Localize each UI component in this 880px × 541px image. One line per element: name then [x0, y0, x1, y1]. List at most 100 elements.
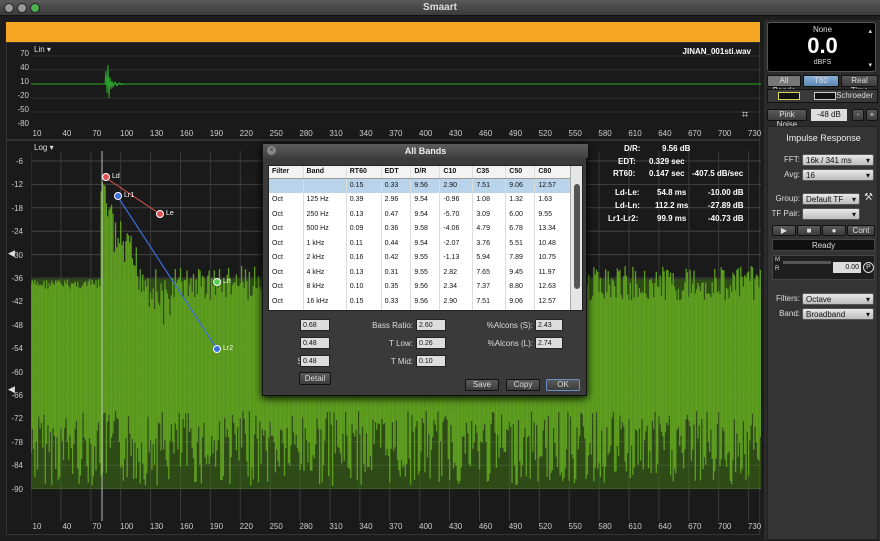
copy-button[interactable]: Copy — [506, 379, 540, 391]
table-row[interactable]: Oct 250 Hz 0.13 0.47 9.54 -5.70 3.09 6.00 9.55 — [269, 207, 571, 222]
table-cell: 0.42 — [381, 250, 412, 265]
play-button[interactable]: ▶ — [772, 225, 796, 236]
table-cell: Oct — [269, 221, 304, 236]
marker-lr1[interactable] — [114, 192, 122, 200]
alcons-l-label: %Alcons (L): — [487, 339, 533, 348]
table-cell: 10.75 — [534, 250, 571, 265]
time-plot[interactable]: Lin ▾ JINAN_001sti.wav ⌗ 70 40 10 -20 -50 -80… — [6, 42, 761, 140]
tab-real-time[interactable]: Real Time — [841, 75, 878, 95]
tfpair-label: TF Pair: — [771, 209, 800, 218]
level-increase-button[interactable]: + — [866, 109, 878, 121]
marker-ln-label: Ln — [223, 278, 231, 285]
y-tick: -20 — [17, 91, 29, 100]
fft-select[interactable]: 16k / 341 ms — [802, 154, 874, 166]
filters-select[interactable]: Octave — [802, 293, 874, 305]
tmid-label: T Mid: — [390, 357, 413, 366]
x-tick: 340 — [359, 522, 373, 531]
table-cell: 7.51 — [472, 294, 507, 309]
x-tick: 10 — [32, 522, 42, 531]
x-tick: 70 — [92, 129, 102, 138]
ldln-label: Ld-Ln: — [615, 201, 640, 210]
polarity-button[interactable]: P — [863, 262, 874, 273]
table-cell: 9.56 — [410, 178, 441, 193]
table-row[interactable]: Oct 125 Hz 0.39 2.96 9.54 -0.96 1.08 1.32 1.63 — [269, 192, 571, 207]
y-tick: 40 — [20, 63, 29, 72]
split-view-button[interactable] — [814, 92, 836, 100]
table-cell: Oct — [269, 250, 304, 265]
stop-button[interactable]: ■ — [797, 225, 821, 236]
x-tick: 340 — [359, 129, 373, 138]
table-row[interactable]: Oct 16 kHz 0.15 0.33 9.56 2.90 7.51 9.06 12.57 — [269, 294, 571, 309]
crop-icon[interactable]: ⌗ — [742, 109, 756, 123]
table-header: Filter Band RT60 EDT D/R C10 C35 C50 C80 — [269, 166, 571, 179]
table-cell: 0.33 — [381, 178, 412, 193]
table-row[interactable]: Oct 1 kHz 0.11 0.44 9.54 -2.07 3.76 5.51 10.48 — [269, 236, 571, 251]
table-row[interactable]: Oct 2 kHz 0.16 0.42 9.55 -1.13 5.94 7.89 10.75 — [269, 250, 571, 265]
chevron-up-icon: ▴ — [868, 28, 872, 35]
band-select[interactable]: Broadband — [802, 308, 874, 320]
tab-t60[interactable]: T60 — [803, 75, 839, 87]
marker-ln[interactable] — [213, 278, 221, 286]
tab-all-bands[interactable]: All Bands — [767, 75, 801, 95]
filters-label: Filters: — [776, 294, 800, 303]
x-tick: 190 — [209, 129, 224, 138]
table-row[interactable]: 0.15 0.33 9.56 2.90 7.51 9.06 12.57 — [269, 178, 571, 193]
table-cell: -2.07 — [439, 236, 474, 251]
x-tick: 400 — [419, 129, 433, 138]
dialog-close-icon[interactable]: × — [267, 146, 276, 155]
alcons-s-field: 2.43 — [535, 319, 563, 331]
table-cell: Oct — [269, 236, 304, 251]
table-cell: 125 Hz — [303, 308, 347, 310]
record-button[interactable]: ● — [822, 225, 846, 236]
marker-le[interactable] — [156, 210, 164, 218]
pink-level-field[interactable]: -48 dB — [811, 109, 847, 121]
table-cell: 10.48 — [534, 236, 571, 251]
meter-m-label: M — [775, 257, 780, 263]
table-row[interactable]: 1/3125 Hz0.443.189.55-3.23-0.030.020.43 — [269, 308, 571, 310]
marker-ld[interactable] — [102, 173, 110, 181]
save-button[interactable]: Save — [465, 379, 499, 391]
table-cell: 12.57 — [534, 178, 571, 193]
overlay-view-button[interactable] — [778, 92, 800, 100]
table-row[interactable]: Oct 8 kHz 0.10 0.35 9.56 2.34 7.37 8.80 12.63 — [269, 279, 571, 294]
ok-button[interactable]: OK — [546, 379, 580, 391]
level-meter[interactable]: None 0.0 dBFS ▴ ▾ — [767, 22, 876, 72]
y-tick: -60 — [11, 367, 23, 377]
ldln-db: -27.89 dB — [708, 201, 744, 210]
tools-icon[interactable]: ⚒ — [864, 192, 873, 203]
table-cell: 9.55 — [534, 207, 571, 222]
table-row[interactable]: Oct 500 Hz 0.09 0.36 9.58 -4.06 4.79 6.78 13.34 — [269, 221, 571, 236]
scrollbar-thumb[interactable] — [574, 184, 580, 289]
level-decrease-button[interactable]: - — [852, 109, 864, 121]
x-tick: 370 — [389, 129, 403, 138]
impulse-response-panel: Impulse Response FFT: 16k / 341 ms Avg: … — [767, 126, 878, 540]
continuous-button[interactable]: Cont — [847, 225, 875, 236]
control-sidebar: None 0.0 dBFS ▴ ▾ All Bands T60 Real Tim… — [764, 20, 880, 540]
column-header: C50 — [505, 166, 536, 179]
level-field[interactable]: 0.00 — [833, 262, 861, 273]
x-tick: 490 — [508, 522, 523, 531]
tfpair-select[interactable] — [802, 208, 860, 220]
table-row[interactable]: Oct 4 kHz 0.13 0.31 9.55 2.82 7.65 9.45 11.97 — [269, 265, 571, 280]
marker-lr2[interactable] — [213, 345, 221, 353]
y-tick: -66 — [11, 391, 23, 400]
pink-noise-button[interactable]: Pink Noise — [767, 109, 807, 129]
avg-select[interactable]: 16 — [802, 169, 874, 181]
table-cell: 5.51 — [505, 236, 536, 251]
rt60-slope: -407.5 dB/sec — [692, 169, 744, 178]
y-tick: -18 — [11, 203, 23, 213]
y-tick: -24 — [11, 227, 23, 237]
group-select[interactable]: Default TF — [802, 193, 860, 205]
x-tick: 40 — [62, 522, 72, 531]
table-cell: 7.65 — [472, 265, 507, 280]
table-scrollbar[interactable] — [570, 166, 582, 310]
table-cell: 0.10 — [346, 279, 382, 294]
table-cell: -1.13 — [439, 250, 474, 265]
table-cell: 4 kHz — [303, 265, 347, 280]
title-bar: Smaart — [0, 0, 880, 16]
detail-button[interactable]: Detail — [299, 372, 331, 385]
table-cell: 2.90 — [439, 178, 474, 193]
table-cell: 9.54 — [410, 192, 441, 207]
y-tick: -72 — [11, 414, 23, 424]
schroeder-label: Schroeder — [836, 91, 873, 100]
